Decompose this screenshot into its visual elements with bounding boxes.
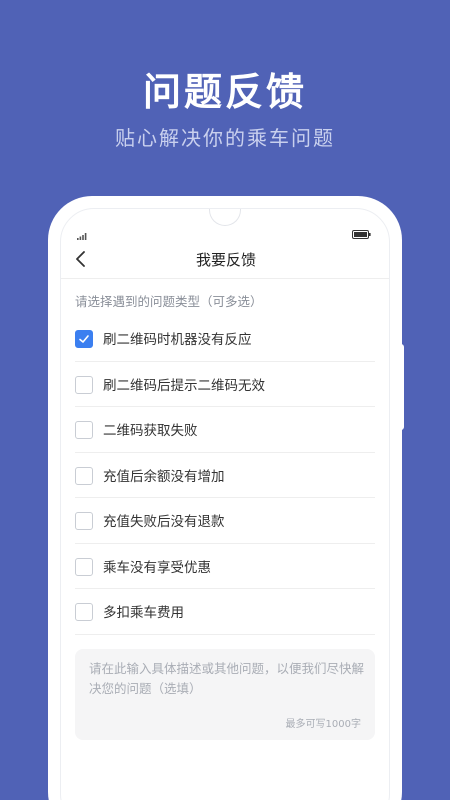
option-label: 充值失败后没有退款 xyxy=(103,514,225,530)
checkbox[interactable] xyxy=(75,421,93,439)
description-textarea[interactable]: 请在此输入具体描述或其他问题，以便我们尽快解决您的问题（选填） 最多可写1000… xyxy=(75,649,375,740)
option-overcharged[interactable]: 多扣乘车费用 xyxy=(75,589,375,635)
checkbox[interactable] xyxy=(75,512,93,530)
checkbox[interactable] xyxy=(75,466,93,485)
option-qr-fetch-failed[interactable]: 二维码获取失败 xyxy=(75,407,375,453)
option-qr-invalid[interactable]: 刷二维码后提示二维码无效 xyxy=(75,362,375,407)
camera-notch xyxy=(209,209,241,226)
checkbox[interactable] xyxy=(75,603,93,621)
char-limit-counter: 最多可写1000字 xyxy=(285,719,361,730)
question-type-prompt: 请选择遇到的问题类型（可多选） xyxy=(75,294,263,309)
nav-bar: 我要反馈 xyxy=(61,241,389,279)
option-label: 充值后余额没有增加 xyxy=(103,468,225,485)
options-list: 刷二维码时机器没有反应 刷二维码后提示二维码无效 二维码获取失败 充值后余额没有… xyxy=(75,316,375,635)
option-label: 二维码获取失败 xyxy=(103,423,198,439)
page-title: 我要反馈 xyxy=(195,251,256,269)
description-placeholder[interactable]: 请在此输入具体描述或其他问题，以便我们尽快解决您的问题（选填） xyxy=(89,659,365,699)
option-no-refund[interactable]: 充值失败后没有退款 xyxy=(75,498,375,544)
option-no-response[interactable]: 刷二维码时机器没有反应 xyxy=(75,316,375,362)
hero-subtitle: 贴心解决你的乘车问题 xyxy=(115,126,335,150)
phone-side-button xyxy=(400,344,404,430)
check-icon xyxy=(79,335,89,343)
checkbox[interactable] xyxy=(75,330,93,348)
option-label: 多扣乘车费用 xyxy=(103,605,184,621)
checkbox[interactable] xyxy=(75,557,93,576)
hero-title: 问题反馈 xyxy=(142,70,307,114)
phone-screen: 我要反馈 请选择遇到的问题类型（可多选） 刷二维码时机器没有反应 刷二维码后提示… xyxy=(60,208,390,800)
option-label: 刷二维码后提示二维码无效 xyxy=(103,377,265,394)
checkbox[interactable] xyxy=(75,375,93,394)
option-balance-not-added[interactable]: 充值后余额没有增加 xyxy=(75,453,375,498)
option-label: 乘车没有享受优惠 xyxy=(103,559,211,576)
option-label: 刷二维码时机器没有反应 xyxy=(103,332,252,348)
option-no-discount[interactable]: 乘车没有享受优惠 xyxy=(75,544,375,589)
